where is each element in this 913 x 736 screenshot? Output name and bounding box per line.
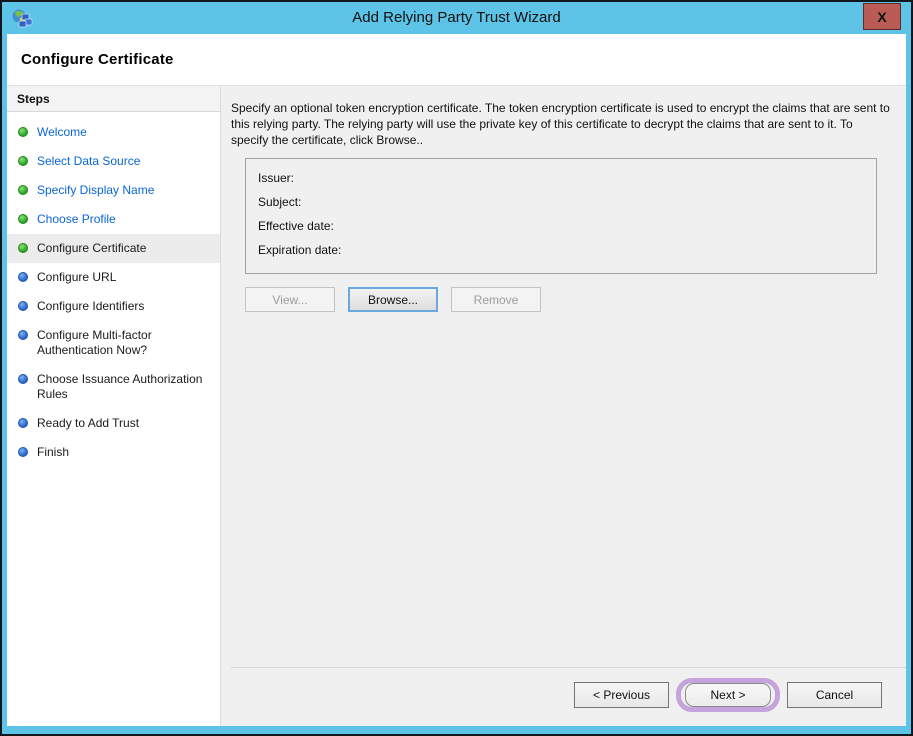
step-choose-issuance-rules[interactable]: Choose Issuance Authorization Rules — [7, 365, 220, 409]
step-configure-mfa[interactable]: Configure Multi-factor Authentication No… — [7, 321, 220, 365]
step-specify-display-name[interactable]: Specify Display Name — [7, 176, 220, 205]
step-status-icon — [18, 418, 28, 428]
step-status-icon — [18, 272, 28, 282]
certificate-subject-label: Subject: — [258, 195, 302, 209]
wizard-window: Add Relying Party Trust Wizard X Configu… — [0, 0, 913, 736]
steps-panel: Steps Welcome Select Data Source Specify… — [7, 86, 221, 726]
previous-button[interactable]: < Previous — [574, 682, 669, 708]
next-button[interactable]: Next > — [685, 683, 771, 707]
certificate-issuer-label: Issuer: — [258, 171, 295, 185]
title-bar: Add Relying Party Trust Wizard X — [2, 2, 911, 34]
step-configure-certificate[interactable]: Configure Certificate — [7, 234, 220, 263]
page-title: Configure Certificate — [21, 51, 174, 68]
step-finish[interactable]: Finish — [7, 438, 220, 467]
certificate-details-box: Issuer: Subject: Effective date: Expirat… — [245, 158, 877, 274]
step-status-icon — [18, 185, 28, 195]
step-status-icon — [18, 243, 28, 253]
certificate-expiration-date-label: Expiration date: — [258, 243, 342, 257]
steps-list: Welcome Select Data Source Specify Displ… — [7, 118, 220, 467]
wizard-navigation: < Previous Next > Cancel — [231, 667, 906, 726]
adfs-wizard-icon — [12, 9, 33, 28]
browse-button[interactable]: Browse... — [348, 287, 438, 312]
step-status-icon — [18, 214, 28, 224]
step-choose-profile[interactable]: Choose Profile — [7, 205, 220, 234]
step-status-icon — [18, 301, 28, 311]
view-button[interactable]: View... — [245, 287, 335, 312]
window-title: Add Relying Party Trust Wizard — [352, 9, 561, 26]
step-status-icon — [18, 127, 28, 137]
step-status-icon — [18, 330, 28, 340]
page-description: Specify an optional token encryption cer… — [231, 101, 890, 147]
close-button[interactable]: X — [863, 3, 901, 30]
certificate-effective-date-label: Effective date: — [258, 219, 334, 233]
step-status-icon — [18, 374, 28, 384]
next-button-highlight-annotation: Next > — [676, 678, 780, 712]
steps-header: Steps — [7, 86, 220, 112]
content-pane: Specify an optional token encryption cer… — [221, 86, 906, 726]
cancel-button[interactable]: Cancel — [787, 682, 882, 708]
step-welcome[interactable]: Welcome — [7, 118, 220, 147]
step-select-data-source[interactable]: Select Data Source — [7, 147, 220, 176]
remove-button[interactable]: Remove — [451, 287, 541, 312]
step-configure-identifiers[interactable]: Configure Identifiers — [7, 292, 220, 321]
wizard-dialog: Configure Certificate Steps Welcome Sele… — [7, 34, 906, 726]
step-status-icon — [18, 156, 28, 166]
page-header: Configure Certificate — [7, 34, 906, 86]
step-status-icon — [18, 447, 28, 457]
step-configure-url[interactable]: Configure URL — [7, 263, 220, 292]
step-ready-to-add-trust[interactable]: Ready to Add Trust — [7, 409, 220, 438]
certificate-actions: View... Browse... Remove — [245, 287, 906, 312]
